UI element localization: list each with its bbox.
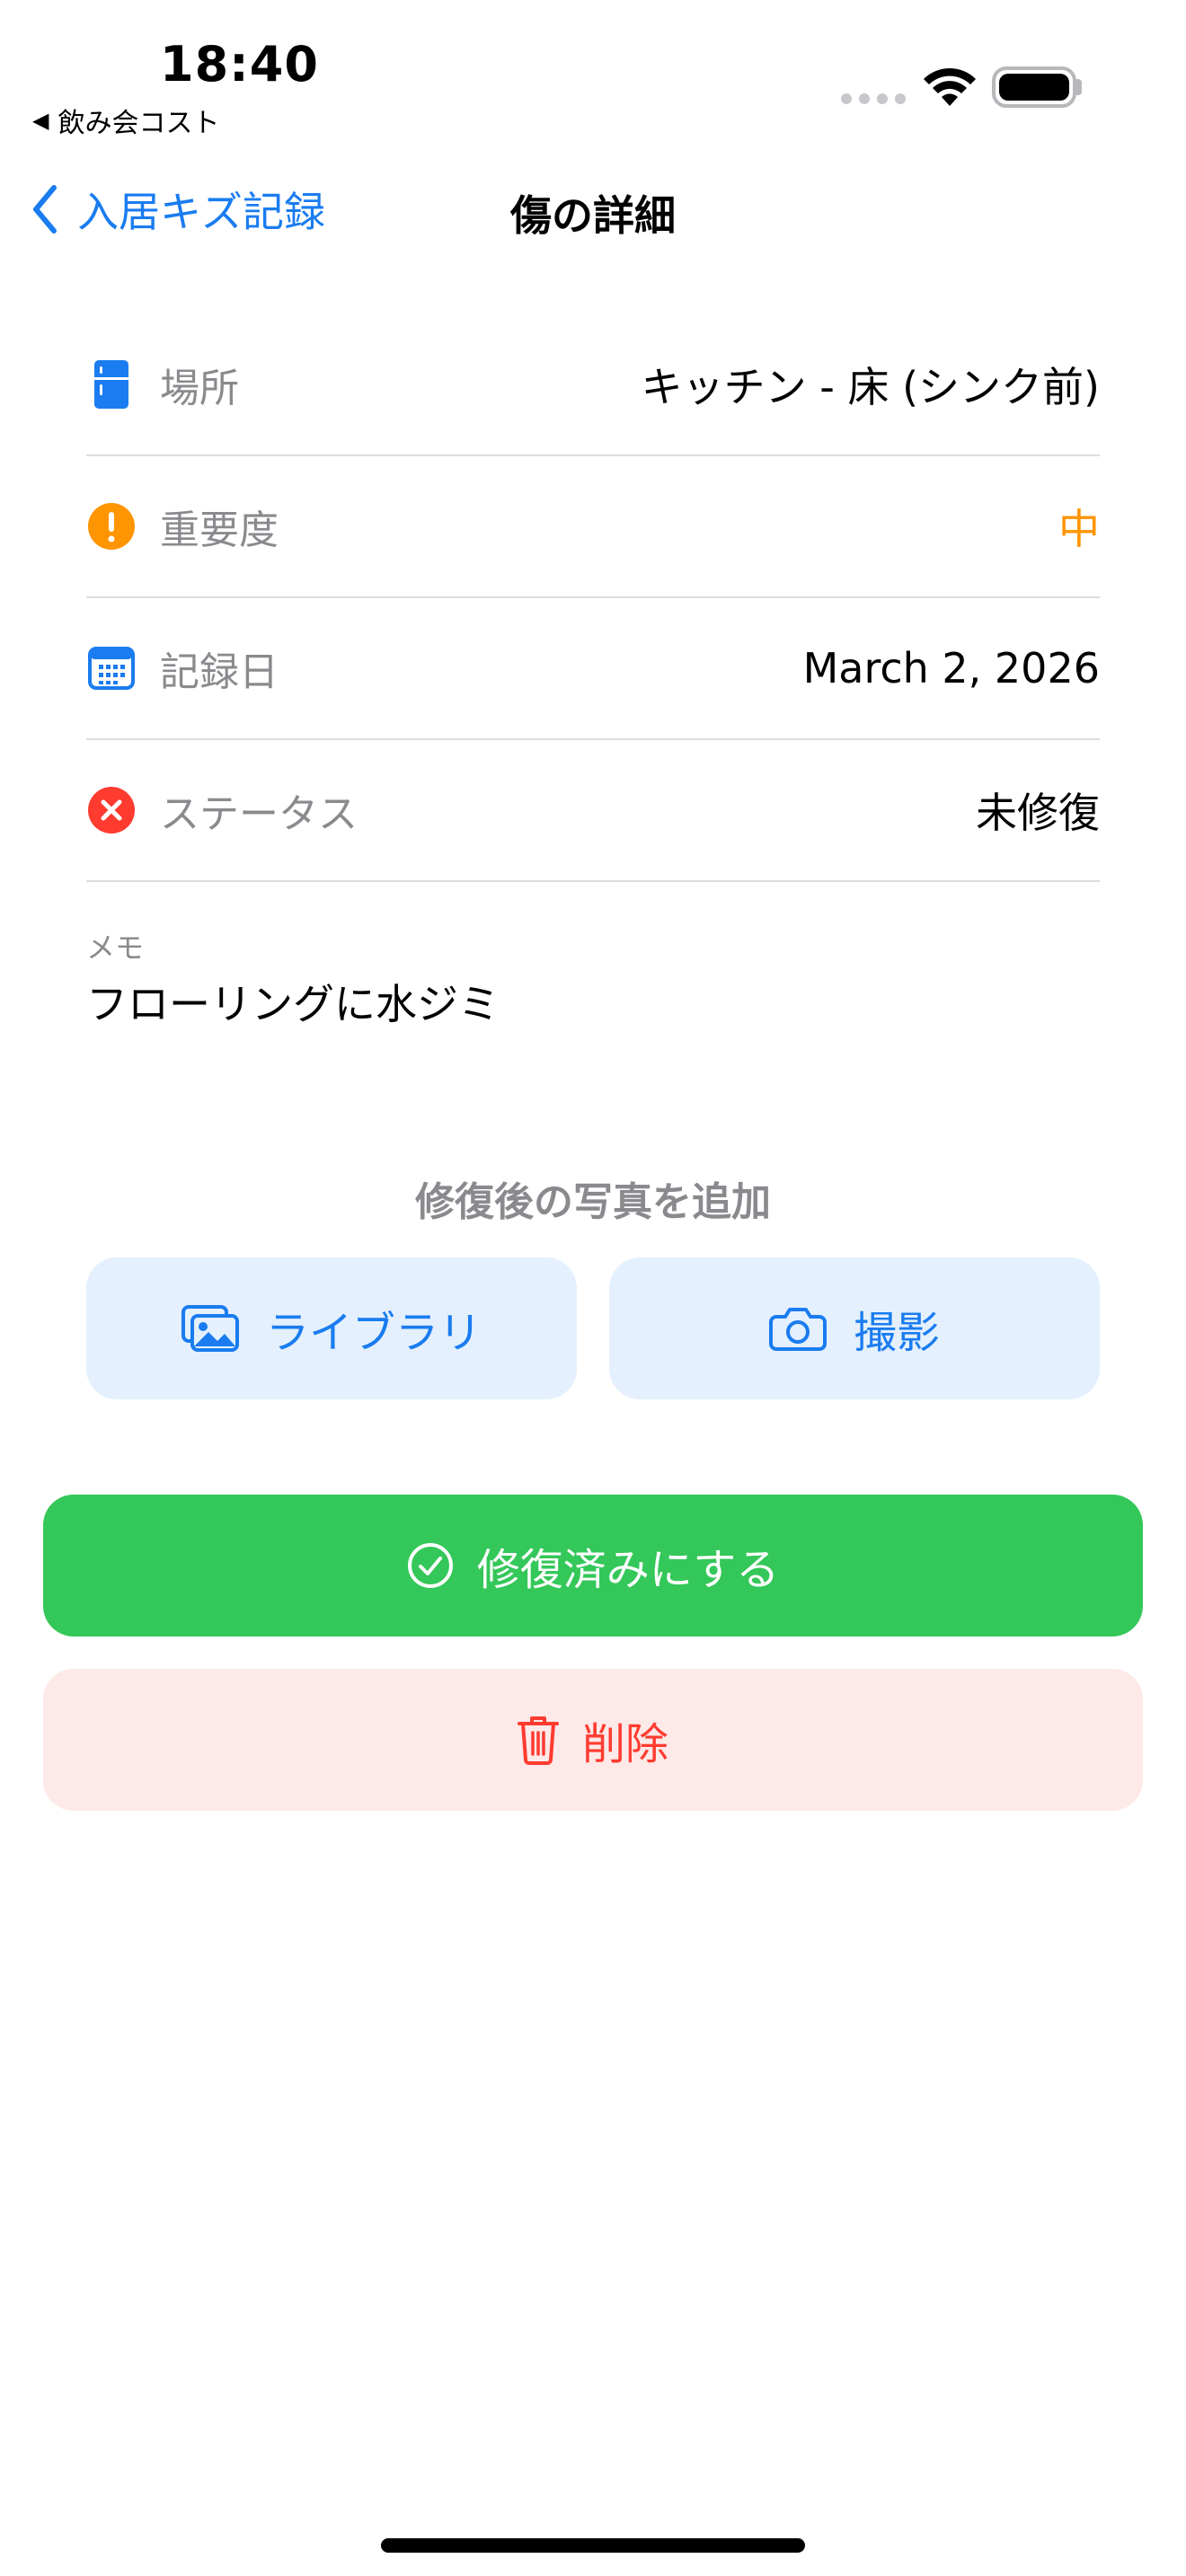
x-circle-icon: [86, 785, 137, 835]
status-value: 未修復: [976, 789, 1100, 837]
back-to-app-link[interactable]: ◀ 飲み会コスト: [32, 101, 219, 140]
location-value: キッチン - 床 (シンク前): [641, 363, 1100, 411]
mark-repaired-label: 修復済みにする: [476, 1545, 780, 1595]
date-label: 記録日: [160, 649, 279, 695]
delete-label: 削除: [581, 1719, 668, 1769]
detail-row-severity: 重要度 中: [86, 456, 1100, 598]
battery-nub: [1076, 79, 1082, 95]
refrigerator-icon: [86, 359, 137, 410]
mark-repaired-button[interactable]: 修復済みにする: [43, 1495, 1143, 1636]
trash-icon: [517, 1716, 559, 1765]
date-value: March 2, 2026: [802, 644, 1100, 693]
detail-row-status: ステータス 未修復: [86, 740, 1100, 882]
battery-icon: [992, 66, 1076, 108]
wifi-icon: [924, 67, 976, 106]
back-triangle-icon: ◀: [32, 108, 49, 133]
calendar-icon: [86, 643, 137, 693]
exclamation-circle-icon: [86, 501, 137, 551]
photo-library-label: ライブラリ: [265, 1308, 482, 1358]
severity-label: 重要度: [160, 507, 279, 553]
memo-label: メモ: [86, 931, 145, 965]
checkmark-circle-icon: [407, 1543, 453, 1588]
back-app-label: 飲み会コスト: [58, 108, 220, 139]
camera-button[interactable]: 撮影: [609, 1257, 1100, 1399]
camera-icon: [768, 1308, 827, 1351]
cellular-signal-icon: [841, 93, 906, 104]
delete-button[interactable]: 削除: [43, 1669, 1143, 1811]
severity-value: 中: [1058, 505, 1100, 553]
status-time: 18:40: [160, 36, 319, 93]
photo-library-icon: [181, 1305, 239, 1352]
memo-text: フローリングに水ジミ: [86, 980, 500, 1028]
camera-label: 撮影: [853, 1308, 940, 1358]
detail-list: 場所 キッチン - 床 (シンク前) 重要度 中 記録日 March 2, 20…: [86, 314, 1100, 882]
home-indicator[interactable]: [381, 2538, 805, 2553]
detail-row-date: 記録日 March 2, 2026: [86, 598, 1100, 740]
location-label: 場所: [160, 366, 239, 411]
status-label: ステータス: [160, 791, 358, 837]
page-title: 傷の詳細: [510, 191, 676, 240]
photo-library-button[interactable]: ライブラリ: [86, 1257, 577, 1399]
photo-section-heading: 修復後の写真を追加: [415, 1179, 771, 1225]
detail-row-location: 場所 キッチン - 床 (シンク前): [86, 314, 1100, 456]
